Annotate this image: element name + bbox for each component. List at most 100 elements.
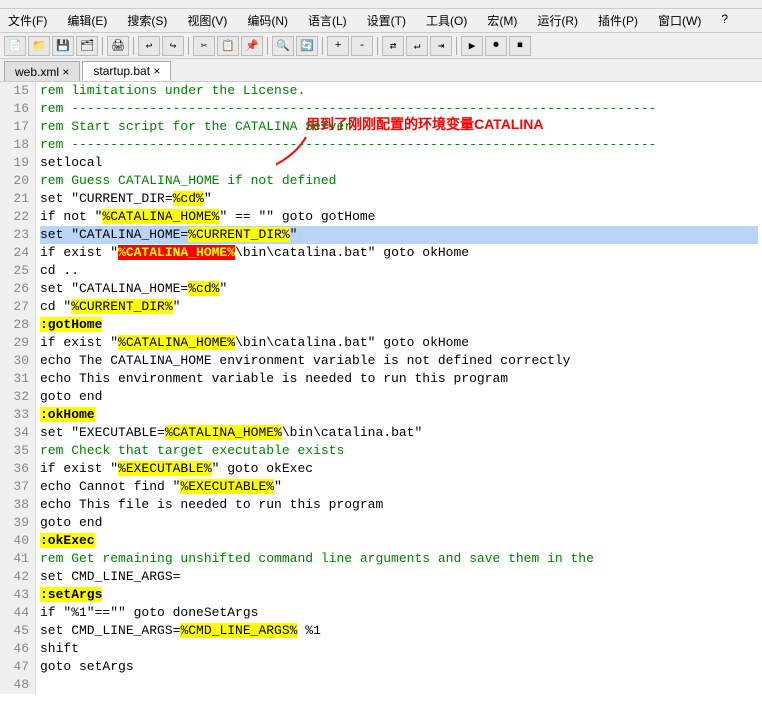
menu-bar: 文件(F) 编辑(E) 搜索(S) 视图(V) 编码(N) 语言(L) 设置(T…: [0, 9, 762, 33]
menu-edit[interactable]: 编辑(E): [63, 11, 111, 30]
toolbar-macro3[interactable]: ⏹: [509, 36, 531, 56]
toolbar-save[interactable]: 💾: [52, 36, 74, 56]
title-bar: [0, 0, 762, 9]
line-number-47: 47: [4, 658, 29, 676]
menu-help[interactable]: ?: [717, 11, 732, 30]
line-number-23: 23: [4, 226, 29, 244]
code-line-38: set "EXECUTABLE=%CATALINA_HOME%\bin\cata…: [40, 424, 758, 442]
toolbar-sync[interactable]: ⇄: [382, 36, 404, 56]
code-line-36: :okHome: [40, 406, 758, 424]
toolbar-redo[interactable]: ↪: [162, 36, 184, 56]
line-number-42: 42: [4, 568, 29, 586]
toolbar-find[interactable]: 🔍: [272, 36, 294, 56]
menu-tools[interactable]: 工具(O): [422, 11, 471, 30]
menu-window[interactable]: 窗口(W): [654, 11, 705, 30]
menu-macro[interactable]: 宏(M): [483, 11, 521, 30]
line-number-17: 17: [4, 118, 29, 136]
toolbar-zoomout[interactable]: -: [351, 36, 373, 56]
line-number-34: 34: [4, 424, 29, 442]
toolbar-sep5: [322, 37, 323, 55]
toolbar-copy[interactable]: 📋: [217, 36, 239, 56]
toolbar-undo[interactable]: ↩: [138, 36, 160, 56]
line-number-36: 36: [4, 460, 29, 478]
tabs-bar: web.xml × startup.bat ×: [0, 59, 762, 82]
code-line-48: set CMD_LINE_ARGS=: [40, 568, 758, 586]
line-number-37: 37: [4, 478, 29, 496]
code-line-45: :okExec: [40, 532, 758, 550]
menu-view[interactable]: 视图(V): [183, 11, 231, 30]
toolbar-cut[interactable]: ✂: [193, 36, 215, 56]
code-line-32: if exist "%CATALINA_HOME%\bin\catalina.b…: [40, 334, 758, 352]
code-line-43: echo This file is needed to run this pro…: [40, 496, 758, 514]
toolbar-replace[interactable]: 🔄: [296, 36, 318, 56]
code-line-23: rem Guess CATALINA_HOME if not defined: [40, 172, 758, 190]
menu-settings[interactable]: 设置(T): [363, 11, 410, 30]
code-line-40: rem Check that target executable exists: [40, 442, 758, 460]
code-line-27: if exist "%CATALINA_HOME%\bin\catalina.b…: [40, 244, 758, 262]
menu-run[interactable]: 运行(R): [533, 11, 582, 30]
line-number-21: 21: [4, 190, 29, 208]
code-line-30: cd "%CURRENT_DIR%": [40, 298, 758, 316]
code-line-53: goto setArgs: [40, 658, 758, 676]
toolbar-macro2[interactable]: ⏺: [485, 36, 507, 56]
code-line-51: set CMD_LINE_ARGS=%CMD_LINE_ARGS% %1: [40, 622, 758, 640]
line-number-25: 25: [4, 262, 29, 280]
line-number-27: 27: [4, 298, 29, 316]
toolbar-sep7: [456, 37, 457, 55]
line-number-30: 30: [4, 352, 29, 370]
toolbar-sep2: [133, 37, 134, 55]
line-number-20: 20: [4, 172, 29, 190]
toolbar-paste[interactable]: 📌: [241, 36, 263, 56]
tab-startupbat[interactable]: startup.bat ×: [82, 61, 171, 81]
code-line-29: set "CATALINA_HOME=%cd%": [40, 280, 758, 298]
code-line-44: goto end: [40, 514, 758, 532]
line-number-32: 32: [4, 388, 29, 406]
code-content[interactable]: 用到了刚刚配置的环境变量CATALINA rem limitations und…: [36, 82, 762, 694]
line-number-48: 48: [4, 676, 29, 694]
toolbar-saveall[interactable]: 🗂: [76, 36, 98, 56]
menu-language[interactable]: 语言(L): [304, 11, 351, 30]
menu-plugins[interactable]: 插件(P): [594, 11, 642, 30]
line-number-35: 35: [4, 442, 29, 460]
toolbar-sep1: [102, 37, 103, 55]
tab-startupbat-label: startup.bat ×: [93, 64, 160, 78]
tab-webxml-label: web.xml ×: [15, 65, 69, 79]
code-line-49: :setArgs: [40, 586, 758, 604]
code-line-34: echo This environment variable is needed…: [40, 370, 758, 388]
line-number-26: 26: [4, 280, 29, 298]
toolbar-macro1[interactable]: ▶: [461, 36, 483, 56]
toolbar-open[interactable]: 📁: [28, 36, 50, 56]
tab-webxml[interactable]: web.xml ×: [4, 61, 80, 81]
code-line-42: echo Cannot find "%EXECUTABLE%": [40, 478, 758, 496]
line-number-44: 44: [4, 604, 29, 622]
code-line-18: rem Start script for the CATALINA Server: [40, 118, 758, 136]
line-number-40: 40: [4, 532, 29, 550]
code-line-33: echo The CATALINA_HOME environment varia…: [40, 352, 758, 370]
line-number-39: 39: [4, 514, 29, 532]
line-number-19: 19: [4, 154, 29, 172]
line-number-22: 22: [4, 208, 29, 226]
line-number-28: 28: [4, 316, 29, 334]
line-number-46: 46: [4, 640, 29, 658]
toolbar-new[interactable]: 📄: [4, 36, 26, 56]
code-area: 1516171819202122232425262728293031323334…: [0, 82, 762, 694]
code-line-31: :gotHome: [40, 316, 758, 334]
toolbar: 📄 📁 💾 🗂 🖨 ↩ ↪ ✂ 📋 📌 🔍 🔄 + - ⇄ ↵ ⇥ ▶ ⏺ ⏹: [0, 33, 762, 59]
menu-encoding[interactable]: 编码(N): [243, 11, 292, 30]
toolbar-sep4: [267, 37, 268, 55]
toolbar-indent[interactable]: ⇥: [430, 36, 452, 56]
toolbar-print[interactable]: 🖨: [107, 36, 129, 56]
code-line-19: rem ------------------------------------…: [40, 136, 758, 154]
code-line-50: if "%1"=="" goto doneSetArgs: [40, 604, 758, 622]
line-number-38: 38: [4, 496, 29, 514]
code-line-17: rem ------------------------------------…: [40, 100, 758, 118]
toolbar-zoomin[interactable]: +: [327, 36, 349, 56]
line-number-18: 18: [4, 136, 29, 154]
line-number-43: 43: [4, 586, 29, 604]
menu-file[interactable]: 文件(F): [4, 11, 51, 30]
code-line-52: shift: [40, 640, 758, 658]
line-number-24: 24: [4, 244, 29, 262]
line-number-29: 29: [4, 334, 29, 352]
menu-search[interactable]: 搜索(S): [123, 11, 171, 30]
toolbar-wrap[interactable]: ↵: [406, 36, 428, 56]
